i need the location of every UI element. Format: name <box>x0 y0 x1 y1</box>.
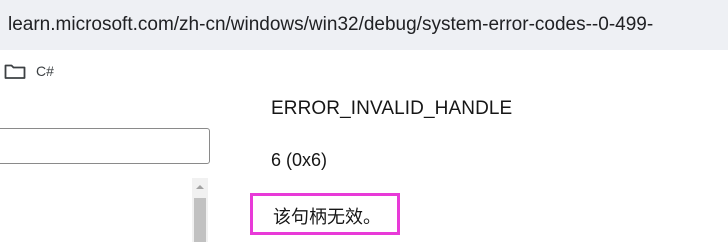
bookmark-folder-label: C# <box>36 63 54 79</box>
error-name: ERROR_INVALID_HANDLE <box>271 98 513 119</box>
scroll-up-button[interactable] <box>192 178 208 196</box>
scroll-up-icon <box>196 185 204 189</box>
error-code: 6 (0x6) <box>271 150 328 170</box>
sidebar-scrollbar[interactable] <box>192 178 208 242</box>
bookmark-folder-csharp[interactable]: C# <box>4 62 54 80</box>
error-description: 该句柄无效。 <box>273 207 381 228</box>
address-bar[interactable]: learn.microsoft.com/zh-cn/windows/win32/… <box>0 0 728 50</box>
scroll-thumb[interactable] <box>194 198 206 242</box>
highlight-box: 该句柄无效。 <box>250 193 400 235</box>
search-input[interactable] <box>0 128 210 164</box>
folder-icon <box>4 62 26 80</box>
url-text[interactable]: learn.microsoft.com/zh-cn/windows/win32/… <box>8 14 653 36</box>
bookmarks-bar: C# <box>0 50 728 94</box>
